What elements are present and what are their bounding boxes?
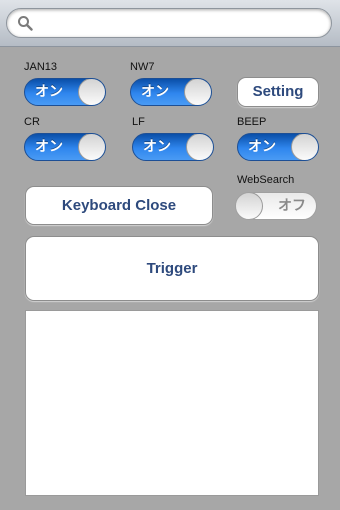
lf-toggle-state: オン [143, 139, 171, 155]
toggle-knob [186, 134, 213, 160]
search-bar [0, 0, 340, 47]
jan13-toggle-state: オン [35, 84, 63, 100]
toggle-knob [78, 134, 105, 160]
search-input[interactable] [37, 11, 321, 37]
nw7-toggle-state: オン [141, 84, 169, 100]
keyboard-close-button[interactable]: Keyboard Close [25, 186, 213, 225]
cr-toggle-state: オン [35, 139, 63, 155]
lf-label: LF [132, 116, 145, 128]
websearch-label: WebSearch [237, 174, 295, 186]
jan13-toggle[interactable]: オン [24, 78, 106, 106]
jan13-label: JAN13 [24, 61, 58, 73]
output-text-area[interactable] [25, 310, 319, 496]
toggle-knob [291, 134, 318, 160]
nw7-toggle[interactable]: オン [130, 78, 212, 106]
cr-label: CR [24, 116, 40, 128]
lf-toggle[interactable]: オン [132, 133, 214, 161]
toggle-knob [236, 193, 263, 219]
setting-button[interactable]: Setting [237, 77, 319, 107]
search-field[interactable] [6, 8, 332, 38]
nw7-label: NW7 [130, 61, 155, 73]
beep-toggle-state: オン [248, 139, 276, 155]
beep-toggle[interactable]: オン [237, 133, 319, 161]
beep-label: BEEP [237, 116, 267, 128]
cr-toggle[interactable]: オン [24, 133, 106, 161]
toggle-knob [184, 79, 211, 105]
search-icon [18, 16, 33, 31]
websearch-toggle-state: オフ [278, 198, 306, 214]
trigger-button[interactable]: Trigger [25, 236, 319, 301]
toggle-knob [78, 79, 105, 105]
websearch-toggle[interactable]: オフ [235, 192, 317, 220]
